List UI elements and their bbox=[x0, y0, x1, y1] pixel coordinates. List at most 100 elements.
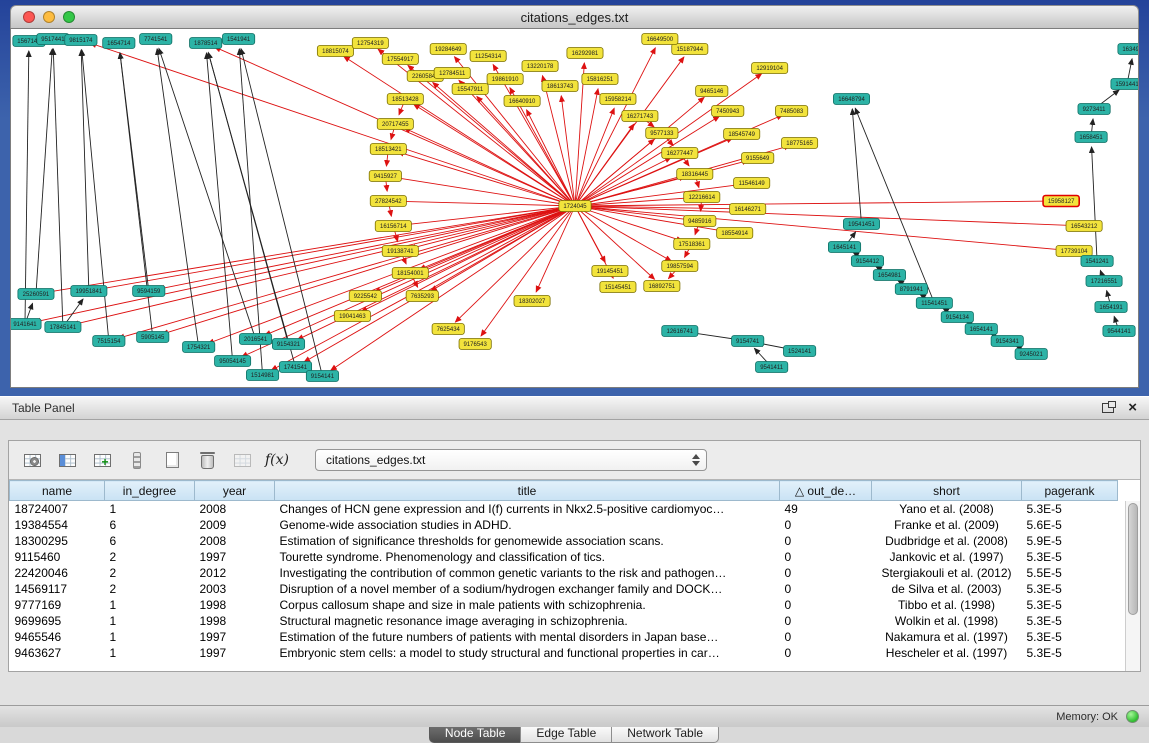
graph-node[interactable]: 16271743 bbox=[622, 111, 658, 122]
table-cell[interactable]: 2 bbox=[105, 549, 195, 565]
graph-node[interactable]: 1654981 bbox=[873, 270, 905, 281]
graph-node[interactable]: 15816251 bbox=[582, 74, 618, 85]
table-row[interactable]: 1872400712008Changes of HCN gene express… bbox=[10, 501, 1118, 517]
graph-node[interactable]: 19951841 bbox=[71, 286, 107, 297]
graph-node[interactable]: 17518361 bbox=[674, 239, 710, 250]
table-cell[interactable]: Hescheler et al. (1997) bbox=[872, 645, 1022, 661]
graph-node[interactable]: 18302027 bbox=[514, 296, 550, 307]
graph-node[interactable]: 9541411 bbox=[756, 362, 788, 373]
graph-node[interactable]: 7515154 bbox=[93, 336, 125, 347]
table-cell[interactable]: 2 bbox=[105, 565, 195, 581]
new-column-button[interactable]: + bbox=[89, 447, 115, 473]
graph-node[interactable]: 9577133 bbox=[646, 128, 678, 139]
table-cell[interactable]: 0 bbox=[780, 565, 872, 581]
column-header-name[interactable]: name bbox=[10, 481, 105, 501]
table-cell[interactable]: 9465546 bbox=[10, 629, 105, 645]
graph-node[interactable]: 27824542 bbox=[370, 196, 406, 207]
table-cell[interactable]: 0 bbox=[780, 581, 872, 597]
table-cell[interactable]: 5.3E-5 bbox=[1022, 613, 1118, 629]
table-cell[interactable]: 1 bbox=[105, 629, 195, 645]
graph-node[interactable]: 19284649 bbox=[430, 44, 466, 55]
select-columns-button[interactable] bbox=[54, 447, 80, 473]
table-cell[interactable]: 0 bbox=[780, 645, 872, 661]
graph-node[interactable]: 1754321 bbox=[183, 342, 215, 353]
delete-table-button[interactable] bbox=[194, 447, 220, 473]
table-cell[interactable]: Franke et al. (2009) bbox=[872, 517, 1022, 533]
close-panel-icon[interactable]: × bbox=[1128, 401, 1137, 415]
table-cell[interactable]: 2008 bbox=[195, 501, 275, 517]
table-cell[interactable]: 1 bbox=[105, 645, 195, 661]
table-scrollbar-thumb[interactable] bbox=[1128, 503, 1138, 615]
graph-node[interactable]: 20717455 bbox=[377, 119, 413, 130]
graph-node[interactable]: 25260591 bbox=[18, 289, 54, 300]
table-cell[interactable]: 5.3E-5 bbox=[1022, 501, 1118, 517]
table-cell[interactable]: Genome-wide association studies in ADHD. bbox=[275, 517, 780, 533]
table-cell[interactable]: 1997 bbox=[195, 549, 275, 565]
table-cell[interactable]: Structural magnetic resonance image aver… bbox=[275, 613, 780, 629]
table-row[interactable]: 1456911722003Disruption of a novel membe… bbox=[10, 581, 1118, 597]
table-cell[interactable]: Estimation of significance thresholds fo… bbox=[275, 533, 780, 549]
graph-node[interactable]: 9273411 bbox=[1078, 104, 1110, 115]
table-cell[interactable]: Tibbo et al. (1998) bbox=[872, 597, 1022, 613]
graph-node[interactable]: 19041463 bbox=[334, 311, 370, 322]
column-header-in_degree[interactable]: in_degree bbox=[105, 481, 195, 501]
table-cell[interactable]: 1998 bbox=[195, 613, 275, 629]
graph-node[interactable]: 1514981 bbox=[246, 370, 278, 381]
graph-node[interactable]: 2016541 bbox=[239, 334, 271, 345]
graph-node[interactable]: 9415927 bbox=[369, 171, 401, 182]
graph-node[interactable]: 18316445 bbox=[677, 169, 713, 180]
graph-node[interactable]: 1645141 bbox=[828, 242, 860, 253]
table-cell[interactable]: 9699695 bbox=[10, 613, 105, 629]
table-cell[interactable]: 0 bbox=[780, 549, 872, 565]
graph-node[interactable]: 9544141 bbox=[1103, 326, 1135, 337]
graph-node[interactable]: 1634981 bbox=[1118, 44, 1138, 55]
graph-node[interactable]: 16146271 bbox=[730, 204, 766, 215]
table-cell[interactable]: 9463627 bbox=[10, 645, 105, 661]
graph-node[interactable]: 9154341 bbox=[991, 336, 1023, 347]
table-cell[interactable]: 2012 bbox=[195, 565, 275, 581]
graph-node[interactable]: 18513428 bbox=[387, 94, 423, 105]
graph-node[interactable]: 8791941 bbox=[895, 284, 927, 295]
table-cell[interactable]: 14569117 bbox=[10, 581, 105, 597]
graph-node[interactable]: 19541451 bbox=[843, 219, 879, 230]
graph-node[interactable]: 19861910 bbox=[487, 74, 523, 85]
graph-node[interactable]: 16649500 bbox=[642, 34, 678, 45]
minimize-window-button[interactable] bbox=[43, 11, 55, 23]
graph-node[interactable]: 15187944 bbox=[672, 44, 708, 55]
graph-node[interactable]: 17739104 bbox=[1056, 246, 1092, 257]
graph-node[interactable]: 11254314 bbox=[470, 51, 506, 62]
table-cell[interactable]: 22420046 bbox=[10, 565, 105, 581]
graph-node[interactable]: 12216614 bbox=[684, 192, 720, 203]
table-cell[interactable]: 18300295 bbox=[10, 533, 105, 549]
graph-node[interactable]: 12754319 bbox=[352, 38, 388, 49]
graph-node[interactable]: 11546149 bbox=[734, 178, 770, 189]
table-cell[interactable]: 1 bbox=[105, 613, 195, 629]
window-titlebar[interactable]: citations_edges.txt bbox=[10, 5, 1139, 28]
table-cell[interactable]: Disruption of a novel member of a sodium… bbox=[275, 581, 780, 597]
table-cell[interactable]: 5.5E-5 bbox=[1022, 565, 1118, 581]
new-table-button[interactable] bbox=[159, 447, 185, 473]
graph-node[interactable]: 7635293 bbox=[406, 291, 438, 302]
graph-node[interactable]: 9485916 bbox=[684, 216, 716, 227]
graph-node[interactable]: 7741541 bbox=[140, 34, 172, 45]
table-cell[interactable]: Nakamura et al. (1997) bbox=[872, 629, 1022, 645]
table-cell[interactable]: 18724007 bbox=[10, 501, 105, 517]
graph-node[interactable]: 1591441 bbox=[1111, 79, 1138, 90]
table-cell[interactable]: Yano et al. (2008) bbox=[872, 501, 1022, 517]
graph-node[interactable]: 19138741 bbox=[382, 246, 418, 257]
graph-node[interactable]: 9245021 bbox=[1015, 349, 1047, 360]
graph-node[interactable]: 5905145 bbox=[137, 332, 169, 343]
table-cell[interactable]: 5.9E-5 bbox=[1022, 533, 1118, 549]
table-row[interactable]: 969969511998Structural magnetic resonanc… bbox=[10, 613, 1118, 629]
graph-node[interactable]: 1654714 bbox=[103, 38, 135, 49]
table-cell[interactable]: 0 bbox=[780, 629, 872, 645]
column-header-year[interactable]: year bbox=[195, 481, 275, 501]
table-cell[interactable]: 0 bbox=[780, 533, 872, 549]
graph-node[interactable]: 12919104 bbox=[752, 63, 788, 74]
graph-node[interactable]: 15547911 bbox=[452, 84, 488, 95]
graph-node[interactable]: 1878514 bbox=[190, 38, 222, 49]
table-cell[interactable]: 6 bbox=[105, 533, 195, 549]
row-selector-button[interactable] bbox=[124, 447, 150, 473]
table-cell[interactable]: 1997 bbox=[195, 645, 275, 661]
graph-node[interactable]: 15958214 bbox=[600, 94, 636, 105]
